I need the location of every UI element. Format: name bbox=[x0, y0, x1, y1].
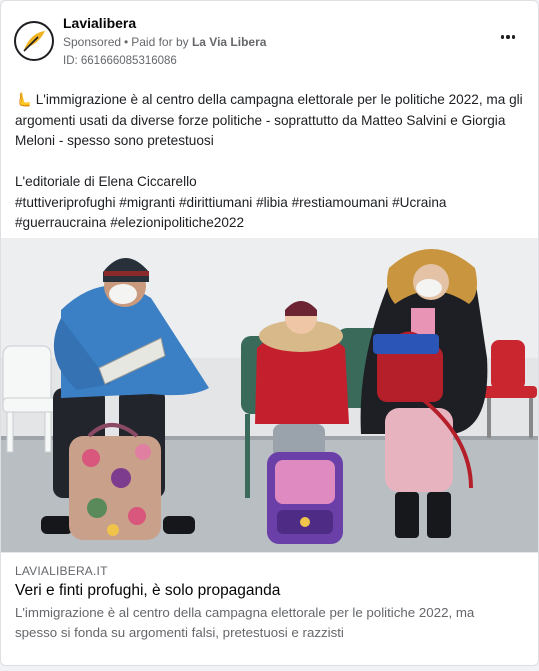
post-header: Lavialibera Sponsored • Paid for by La Via… bbox=[1, 1, 538, 77]
refugee-family-photo bbox=[1, 238, 538, 552]
purple-backpack bbox=[267, 452, 343, 544]
post-lead-text: L'immigrazione è al centro della campagn… bbox=[15, 92, 523, 148]
link-domain: LAVIALIBERA.IT bbox=[15, 564, 108, 578]
more-options-button[interactable] bbox=[496, 27, 520, 47]
hashtag-link[interactable]: #tuttiveriprofughi bbox=[15, 195, 116, 210]
post-body: 🫷 L'immigrazione è al centro della campa… bbox=[15, 90, 527, 234]
hashtag-link[interactable]: #elezionipolitiche2022 bbox=[110, 215, 244, 230]
more-horizontal-icon-dot bbox=[511, 35, 516, 39]
page-avatar[interactable] bbox=[14, 21, 54, 61]
ad-id: ID: 661666085316086 bbox=[63, 55, 177, 67]
hashtag-link[interactable]: #dirittiumani bbox=[179, 195, 252, 210]
hashtag-link[interactable]: #libia bbox=[256, 195, 288, 210]
sponsor-meta: Sponsored • Paid for by La Via Libera bbox=[63, 35, 266, 49]
hashtag-link[interactable]: #guerraucraina bbox=[15, 215, 106, 230]
page-name-link[interactable]: Lavialibera bbox=[63, 15, 136, 31]
hashtag-link[interactable]: #migranti bbox=[119, 195, 175, 210]
paid-for-prefix: Paid for by bbox=[131, 35, 189, 49]
link-title[interactable]: Veri e finti profughi, è solo propaganda bbox=[15, 582, 280, 600]
sponsored-label[interactable]: Sponsored bbox=[63, 35, 121, 49]
separator-dot: • bbox=[124, 35, 129, 49]
link-description: L'immigrazione è al centro della campagn… bbox=[15, 605, 475, 640]
more-horizontal-icon-dot bbox=[506, 35, 510, 39]
hashtag-link[interactable]: #restiamoumani bbox=[292, 195, 389, 210]
editorial-credit: L'editoriale di Elena Ciccarello bbox=[15, 174, 197, 189]
hashtag-link[interactable]: #Ucraina bbox=[392, 195, 446, 210]
post-photo[interactable] bbox=[1, 238, 538, 552]
floral-backpack bbox=[69, 423, 161, 540]
hand-emoji-icon: 🫷 bbox=[15, 92, 32, 107]
more-horizontal-icon-dot bbox=[500, 35, 505, 39]
post-lead: 🫷 L'immigrazione è al centro della campa… bbox=[15, 90, 527, 152]
sponsored-post-card: Lavialibera Sponsored • Paid for by La Via… bbox=[0, 0, 539, 666]
quill-feather-logo-icon bbox=[23, 31, 45, 52]
funder-name[interactable]: La Via Libera bbox=[192, 35, 266, 49]
hashtag-list: #tuttiveriprofughi #migranti #dirittiuma… bbox=[15, 193, 527, 234]
link-preview[interactable]: LAVIALIBERA.IT Veri e finti profughi, è … bbox=[1, 552, 538, 665]
